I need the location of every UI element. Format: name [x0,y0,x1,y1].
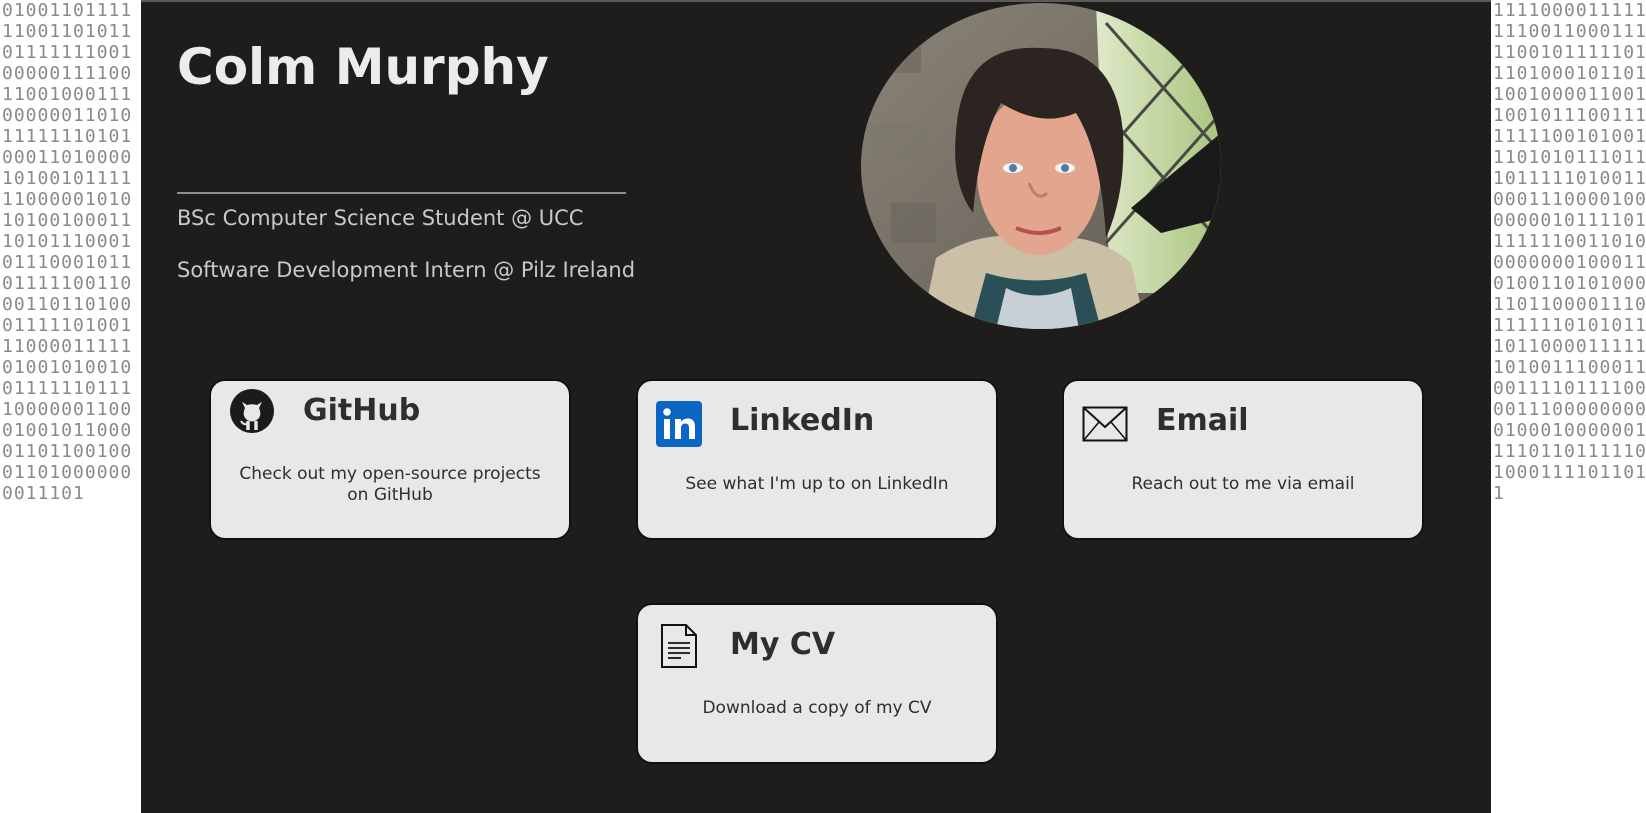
github-card-description: Check out my open-source projects on Git… [239,464,541,505]
linkedin-card[interactable]: LinkedIn See what I'm up to on LinkedIn [636,379,998,540]
linkedin-card-title: LinkedIn [730,403,875,438]
page-title: Colm Murphy [177,38,549,96]
main-content: Colm Murphy BSc Computer Science Student… [141,0,1491,813]
github-card-title: GitHub [303,393,421,428]
linkedin-card-description: See what I'm up to on LinkedIn [685,474,949,494]
profile-photo [861,3,1221,329]
email-card-description: Reach out to me via email [1131,474,1355,494]
binary-pattern-right: 1111000011111111001100011111001011111011… [1491,0,1646,813]
linkedin-icon [656,401,702,447]
envelope-icon [1082,401,1128,447]
cv-card-description: Download a copy of my CV [702,698,932,718]
github-icon [229,388,275,434]
title-divider [177,192,626,194]
github-card[interactable]: GitHub Check out my open-source projects… [209,379,571,540]
email-card[interactable]: Email Reach out to me via email [1062,379,1424,540]
binary-pattern-left: 0100110111111001101011011111110010000011… [0,0,143,813]
cv-card[interactable]: My CV Download a copy of my CV [636,603,998,764]
email-card-title: Email [1156,403,1249,438]
document-icon [656,623,702,669]
tagline-education: BSc Computer Science Student @ UCC [177,206,584,230]
cv-card-title: My CV [730,627,836,662]
tagline-job: Software Development Intern @ Pilz Irela… [177,258,636,282]
